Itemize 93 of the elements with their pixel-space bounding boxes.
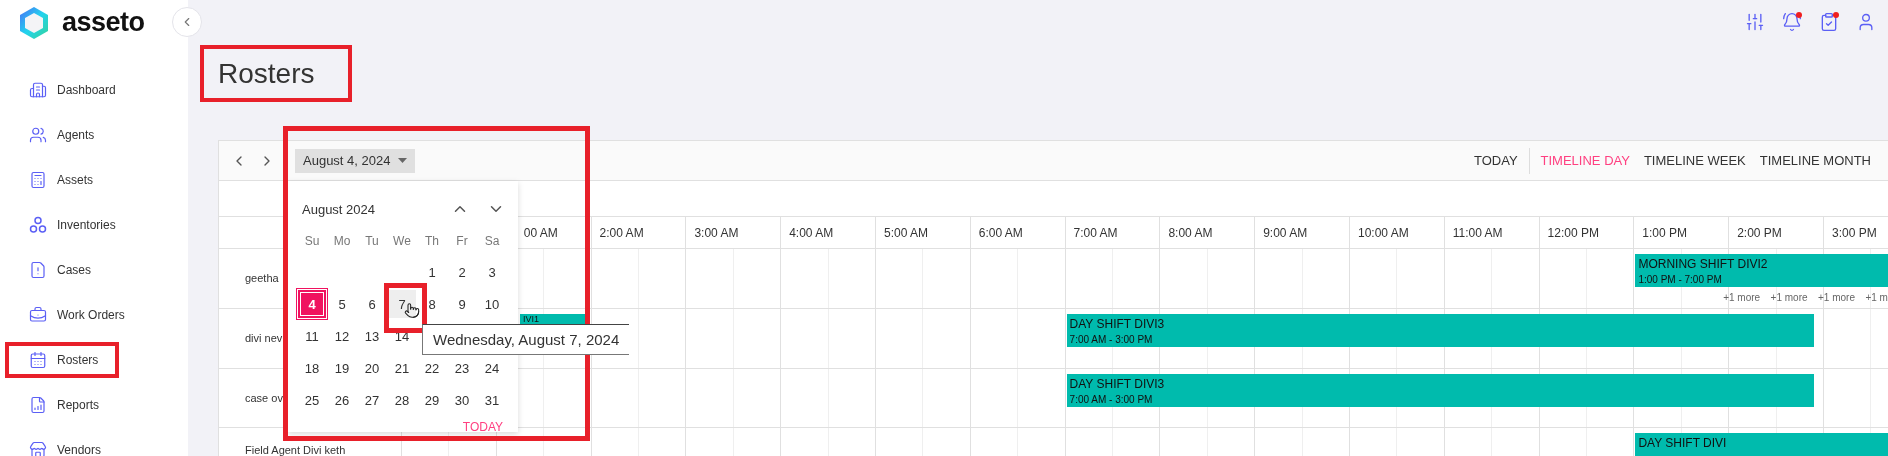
calendar-day[interactable]: 26 xyxy=(328,386,356,414)
weekday-label: Su xyxy=(303,233,321,250)
calendar-day[interactable]: 11 xyxy=(298,322,326,350)
calendar-day[interactable]: 2 xyxy=(448,258,476,286)
calendar-day[interactable]: 23 xyxy=(448,354,476,382)
calendar-day[interactable]: 13 xyxy=(358,322,386,350)
weekday-label: We xyxy=(392,233,412,250)
calendar-day[interactable]: 25 xyxy=(298,386,326,414)
clipboard-check-icon[interactable] xyxy=(1819,11,1839,34)
notification-dot xyxy=(1796,11,1802,18)
weekday-label: Tu xyxy=(364,233,380,250)
more-link[interactable]: +1 more xyxy=(1723,292,1761,303)
sidebar-item[interactable]: Work Orders xyxy=(5,297,139,333)
calendar-day[interactable]: 1 xyxy=(418,258,446,286)
weekday-label: Fr xyxy=(455,233,469,250)
weekday-label: Mo xyxy=(332,233,352,250)
more-link[interactable]: +1 m xyxy=(1865,292,1888,303)
time-header: 3:00 PM xyxy=(1830,225,1877,240)
calendar-icon xyxy=(29,351,47,369)
calendar-day[interactable]: 10 xyxy=(478,290,506,318)
document-warning-icon xyxy=(29,261,47,279)
logo-text: asseto xyxy=(62,7,145,38)
calendar-day[interactable]: 20 xyxy=(358,354,386,382)
sidebar-item[interactable]: Vendors xyxy=(5,432,119,456)
resource-name: divi nev xyxy=(245,332,283,345)
resource-name: Field Agent Divi keth xyxy=(245,444,346,456)
hand-cursor-icon xyxy=(404,302,420,320)
calendar-day[interactable]: 31 xyxy=(478,386,506,414)
view-tab[interactable]: TIMELINE WEEK xyxy=(1636,153,1753,168)
calendar-day[interactable]: 28 xyxy=(388,386,416,414)
calculator-icon xyxy=(29,171,47,189)
time-header: 4:00 AM xyxy=(788,225,834,240)
weekday-label: Sa xyxy=(483,233,501,250)
logo-icon xyxy=(18,5,50,40)
time-header: 12:00 PM xyxy=(1546,225,1599,240)
time-header: 2:00 AM xyxy=(598,225,644,240)
calendar-day[interactable]: 18 xyxy=(298,354,326,382)
time-header: 3:00 AM xyxy=(693,225,739,240)
building-icon xyxy=(29,81,47,99)
today-button[interactable]: TODAY xyxy=(1466,153,1525,168)
time-header: 5:00 AM xyxy=(883,225,928,240)
date-tooltip: Wednesday, August 7, 2024 xyxy=(422,324,630,355)
sidebar-item[interactable]: Reports xyxy=(5,387,119,423)
time-header: 10:00 AM xyxy=(1356,225,1409,240)
report-chart-icon xyxy=(29,396,47,414)
more-link[interactable]: +1 more xyxy=(1770,292,1808,303)
caret-icon xyxy=(398,158,408,163)
sidebar-item[interactable]: Agents xyxy=(5,117,119,153)
time-header: 11:00 AM xyxy=(1451,225,1503,240)
month-title: August 2024 xyxy=(302,201,376,217)
time-header: 7:00 AM xyxy=(1072,225,1118,240)
time-header: 8:00 AM xyxy=(1167,225,1213,240)
bell-icon[interactable] xyxy=(1782,11,1802,34)
time-header: 9:00 AM xyxy=(1262,225,1308,240)
time-header: 6:00 AM xyxy=(977,225,1023,240)
calendar-day[interactable]: 8 xyxy=(418,290,446,318)
resource-name: geetha xyxy=(245,272,279,285)
calendar-day[interactable]: 4 xyxy=(298,290,326,318)
calendar-day[interactable]: 22 xyxy=(418,354,446,382)
more-link[interactable]: +1 more xyxy=(1818,292,1855,303)
event-bar[interactable]: MORNING SHIFT DIVI2 1:00 PM - 7:00 PM xyxy=(1635,254,1888,287)
calendar-day[interactable]: 5 xyxy=(328,290,356,318)
view-tab[interactable]: TIMELINE MONTH xyxy=(1752,153,1878,168)
calendar-day[interactable]: 12 xyxy=(328,322,356,350)
calendar-day[interactable]: 6 xyxy=(358,290,386,318)
sidebar-item[interactable]: Rosters xyxy=(5,342,119,378)
event-bar[interactable]: DAY SHIFT DIVI3 7:00 AM - 3:00 PM xyxy=(1066,374,1814,407)
calendar-day[interactable]: 3 xyxy=(478,258,506,286)
event-bar[interactable]: DAY SHIFT DIVI xyxy=(1635,433,1888,456)
calendar-day[interactable]: 30 xyxy=(448,386,476,414)
calendar-day[interactable]: 21 xyxy=(388,354,416,382)
sidebar-item[interactable]: Dashboard xyxy=(5,72,130,108)
time-header: 2:00 PM xyxy=(1736,225,1782,240)
sidebar-item[interactable]: Inventories xyxy=(5,207,130,243)
calendar-day[interactable]: 19 xyxy=(328,354,356,382)
people-icon xyxy=(29,126,47,144)
sidebar-item[interactable]: Cases xyxy=(5,252,119,288)
calendar-day[interactable]: 24 xyxy=(478,354,506,382)
time-header: 1:00 PM xyxy=(1641,225,1688,240)
calendar-day[interactable]: 9 xyxy=(448,290,476,318)
time-header: 00 AM xyxy=(522,225,558,240)
circles-icon xyxy=(29,216,47,234)
briefcase-icon xyxy=(29,306,47,324)
weekday-label: Th xyxy=(424,233,440,250)
calendar-day[interactable]: 27 xyxy=(358,386,386,414)
event-bar[interactable]: DAY SHIFT DIVI3 7:00 AM - 3:00 PM xyxy=(1066,314,1814,347)
date-picker-button[interactable]: August 4, 2024 xyxy=(295,148,416,173)
sidebar-item[interactable]: Assets xyxy=(5,162,119,198)
store-icon xyxy=(29,441,47,456)
page-title: Rosters xyxy=(200,45,353,102)
resource-name: case ov xyxy=(245,391,283,405)
calendar-day[interactable]: 29 xyxy=(418,386,446,414)
notification-dot xyxy=(1833,11,1839,18)
